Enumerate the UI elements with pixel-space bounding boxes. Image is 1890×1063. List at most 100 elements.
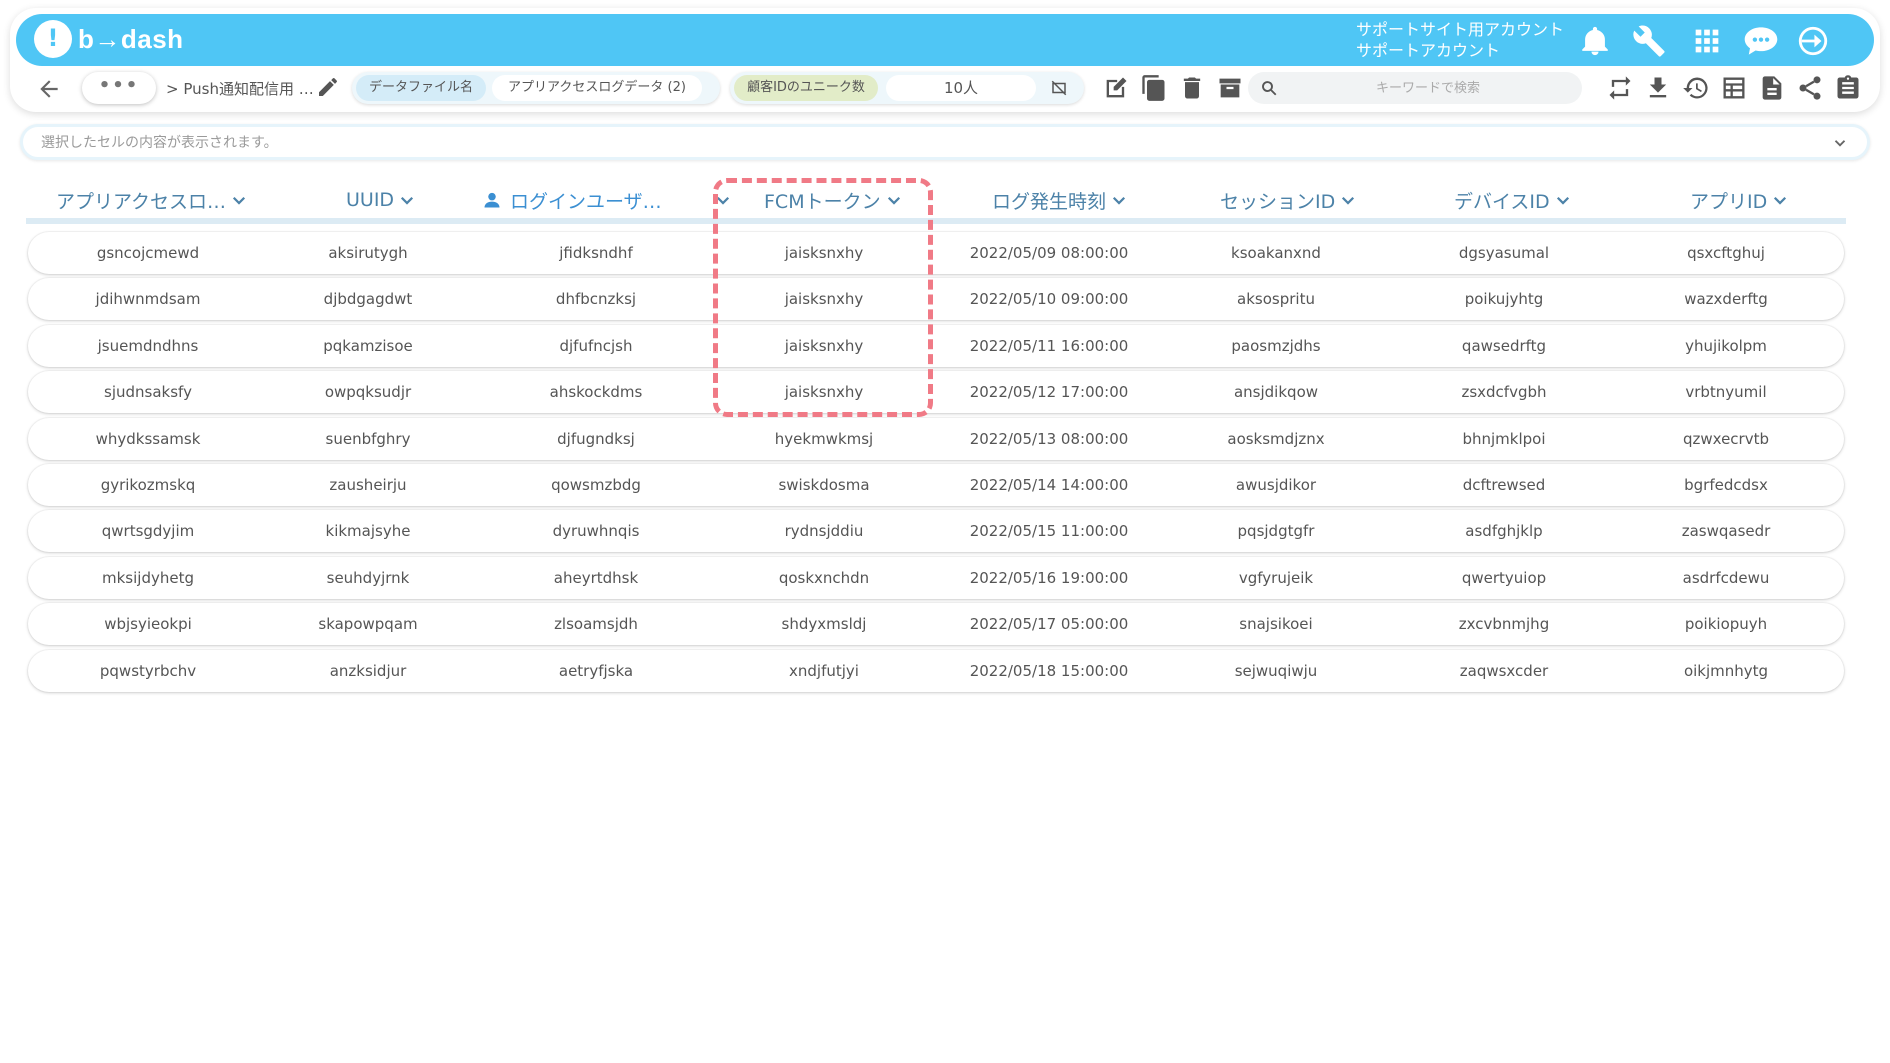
- table-cell[interactable]: jaisksnxhy: [724, 278, 924, 320]
- table-cell[interactable]: yhujikolpm: [1616, 325, 1836, 367]
- table-cell[interactable]: zlsoamsjdh: [486, 603, 706, 645]
- table-cell[interactable]: jaisksnxhy: [724, 371, 924, 413]
- table-cell[interactable]: 2022/05/11 16:00:00: [934, 325, 1164, 367]
- table-cell[interactable]: owpqksudjr: [268, 371, 468, 413]
- column-header-login-user[interactable]: ログインユーザ…: [482, 186, 732, 214]
- table-cell[interactable]: awusjdikor: [1166, 464, 1386, 506]
- table-cell[interactable]: aksirutygh: [268, 232, 468, 274]
- table-cell[interactable]: ansjdikqow: [1166, 371, 1386, 413]
- table-cell[interactable]: snajsikoei: [1166, 603, 1386, 645]
- table-row[interactable]: jdihwnmdsam djbdgagdwt dhfbcnzksj jaisksnxh…: [28, 278, 1844, 321]
- table-cell[interactable]: vrbtnyumil: [1616, 371, 1836, 413]
- back-arrow-icon[interactable]: [36, 76, 62, 102]
- logout-icon[interactable]: [1796, 24, 1830, 58]
- table-cell[interactable]: 2022/05/12 17:00:00: [934, 371, 1164, 413]
- table-cell[interactable]: dhfbcnzksj: [486, 278, 706, 320]
- table-cell[interactable]: hyekmwkmsj: [724, 418, 924, 460]
- table-cell[interactable]: 2022/05/09 08:00:00: [934, 232, 1164, 274]
- table-cell[interactable]: gsncojcmewd: [38, 232, 258, 274]
- table-cell[interactable]: dyruwhnqis: [486, 510, 706, 552]
- table-cell[interactable]: aksospritu: [1166, 278, 1386, 320]
- more-breadcrumb-button[interactable]: •••: [82, 72, 156, 104]
- cell-content-input[interactable]: [41, 132, 1741, 154]
- archive-icon[interactable]: [1216, 74, 1244, 102]
- table-cell[interactable]: zaqwsxcder: [1394, 650, 1614, 692]
- table-cell[interactable]: shdyxmsldj: [724, 603, 924, 645]
- table-cell[interactable]: jaisksnxhy: [724, 325, 924, 367]
- table-cell[interactable]: 2022/05/18 15:00:00: [934, 650, 1164, 692]
- table-cell[interactable]: ksoakanxnd: [1166, 232, 1386, 274]
- wrench-icon[interactable]: [1632, 24, 1666, 58]
- table-cell[interactable]: qwrtsgdyjim: [38, 510, 258, 552]
- table-cell[interactable]: asdfghjklp: [1394, 510, 1614, 552]
- table-cell[interactable]: qawsedrftg: [1394, 325, 1614, 367]
- table-cell[interactable]: wazxderftg: [1616, 278, 1836, 320]
- table-cell[interactable]: bgrfedcdsx: [1616, 464, 1836, 506]
- column-header-fcm-token[interactable]: FCMトークン: [764, 186, 903, 214]
- document-icon[interactable]: [1758, 74, 1786, 102]
- table-row[interactable]: whydkssamsk suenbfghry djfugndksj hyekmwkms…: [28, 417, 1844, 460]
- table-cell[interactable]: aetryfjska: [486, 650, 706, 692]
- table-cell[interactable]: qwertyuiop: [1394, 557, 1614, 599]
- table-cell[interactable]: jdihwnmdsam: [38, 278, 258, 320]
- table-cell[interactable]: vgfyrujeik: [1166, 557, 1386, 599]
- table-cell[interactable]: qowsmzbdg: [486, 464, 706, 506]
- download-icon[interactable]: [1644, 74, 1672, 102]
- table-cell[interactable]: jaisksnxhy: [724, 232, 924, 274]
- table-cell[interactable]: sejwuqiwju: [1166, 650, 1386, 692]
- column-header-device-id[interactable]: デバイスID: [1454, 186, 1572, 214]
- table-cell[interactable]: aheyrtdhsk: [486, 557, 706, 599]
- table-cell[interactable]: aosksmdjznx: [1166, 418, 1386, 460]
- table-cell[interactable]: swiskdosma: [724, 464, 924, 506]
- table-cell[interactable]: paosmzjdhs: [1166, 325, 1386, 367]
- column-header-app-access-log[interactable]: アプリアクセスロ…: [56, 186, 248, 214]
- table-cell[interactable]: jfidksndhf: [486, 232, 706, 274]
- column-header-log-time[interactable]: ログ発生時刻: [992, 186, 1128, 214]
- history-icon[interactable]: [1682, 74, 1710, 102]
- table-cell[interactable]: suenbfghry: [268, 418, 468, 460]
- table-cell[interactable]: wbjsyieokpi: [38, 603, 258, 645]
- data-file-value[interactable]: アプリアクセスログデータ (2): [492, 75, 702, 101]
- table-cell[interactable]: mksijdyhetg: [38, 557, 258, 599]
- table-cell[interactable]: djfufncjsh: [486, 325, 706, 367]
- table-cell[interactable]: rydnsjddiu: [724, 510, 924, 552]
- edit-name-icon[interactable]: [316, 75, 340, 99]
- table-cell[interactable]: poikiopuyh: [1616, 603, 1836, 645]
- table-cell[interactable]: kikmajsyhe: [268, 510, 468, 552]
- logo[interactable]: b→dash: [34, 20, 184, 58]
- table-view-icon[interactable]: [1720, 74, 1748, 102]
- table-cell[interactable]: 2022/05/15 11:00:00: [934, 510, 1164, 552]
- refresh-icon[interactable]: [1606, 74, 1634, 102]
- hide-count-icon[interactable]: [1050, 79, 1068, 97]
- edit-icon[interactable]: [1102, 74, 1130, 102]
- table-cell[interactable]: jsuemdndhns: [38, 325, 258, 367]
- table-cell[interactable]: seuhdyjrnk: [268, 557, 468, 599]
- table-row[interactable]: sjudnsaksfy owpqksudjr ahskockdms jaisksnxh…: [28, 371, 1844, 414]
- table-cell[interactable]: xndjfutjyi: [724, 650, 924, 692]
- table-cell[interactable]: qoskxnchdn: [724, 557, 924, 599]
- account-info[interactable]: サポートサイト用アカウント サポートアカウント: [1356, 19, 1564, 61]
- table-cell[interactable]: zxcvbnmjhg: [1394, 603, 1614, 645]
- clipboard-icon[interactable]: [1834, 74, 1862, 102]
- table-cell[interactable]: djbdgagdwt: [268, 278, 468, 320]
- table-cell[interactable]: dcftrewsed: [1394, 464, 1614, 506]
- table-cell[interactable]: poikujyhtg: [1394, 278, 1614, 320]
- chevron-down-icon[interactable]: [1831, 134, 1849, 152]
- table-cell[interactable]: zsxdcfvgbh: [1394, 371, 1614, 413]
- share-icon[interactable]: [1796, 74, 1824, 102]
- table-cell[interactable]: bhnjmklpoi: [1394, 418, 1614, 460]
- table-cell[interactable]: skapowpqam: [268, 603, 468, 645]
- table-row[interactable]: gsncojcmewd aksirutygh jfidksndhf jaisksnxh…: [28, 232, 1844, 274]
- table-row[interactable]: gyrikozmskq zausheirju qowsmzbdg swiskdosma…: [28, 463, 1844, 506]
- table-cell[interactable]: oikjmnhytg: [1616, 650, 1836, 692]
- table-row[interactable]: mksijdyhetg seuhdyjrnk aheyrtdhsk qoskxnchd…: [28, 556, 1844, 599]
- table-row[interactable]: jsuemdndhns pqkamzisoe djfufncjsh jaisksnxh…: [28, 324, 1844, 367]
- breadcrumb[interactable]: > Push通知配信用 …: [166, 78, 314, 99]
- table-cell[interactable]: djfugndksj: [486, 418, 706, 460]
- table-row[interactable]: wbjsyieokpi skapowpqam zlsoamsjdh shdyxmsld…: [28, 603, 1844, 646]
- table-cell[interactable]: anzksidjur: [268, 650, 468, 692]
- table-cell[interactable]: 2022/05/13 08:00:00: [934, 418, 1164, 460]
- table-cell[interactable]: dgsyasumal: [1394, 232, 1614, 274]
- table-cell[interactable]: gyrikozmskq: [38, 464, 258, 506]
- table-cell[interactable]: 2022/05/17 05:00:00: [934, 603, 1164, 645]
